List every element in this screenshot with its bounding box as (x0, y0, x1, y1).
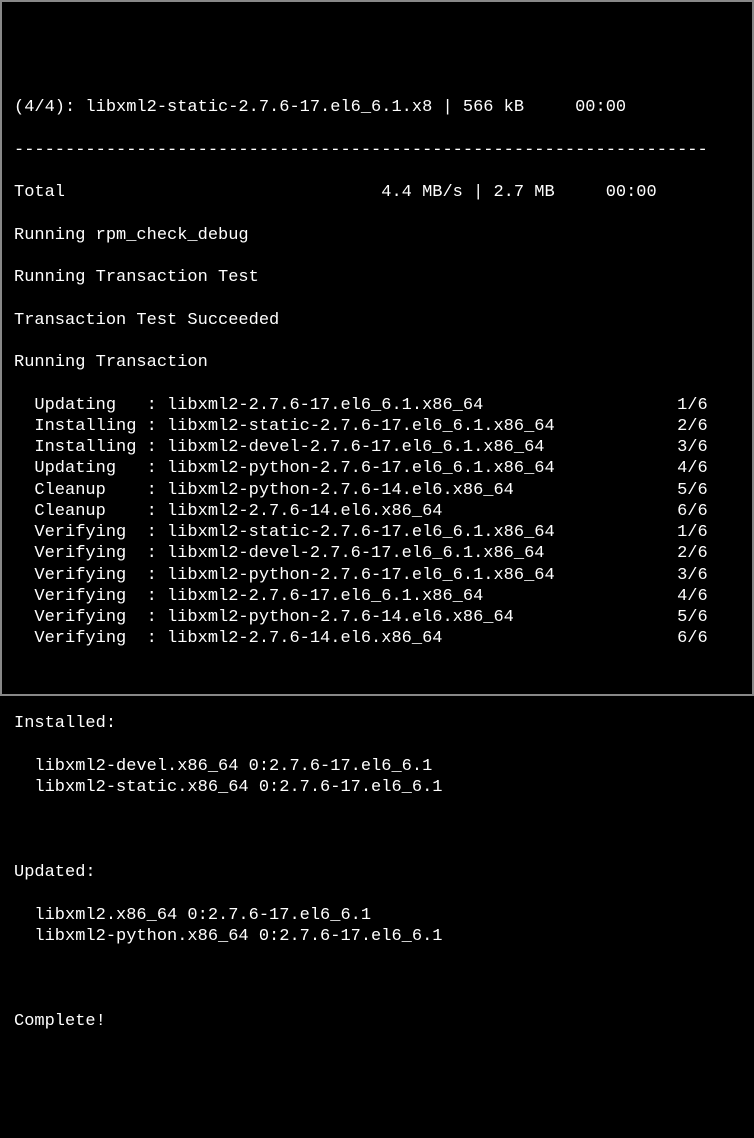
transaction-line: Verifying : libxml2-2.7.6-17.el6_6.1.x86… (14, 586, 740, 607)
transaction-line: Verifying : libxml2-devel-2.7.6-17.el6_6… (14, 543, 740, 564)
blank-line (14, 820, 740, 841)
total-line: Total 4.4 MB/s | 2.7 MB 00:00 (14, 182, 740, 203)
blank-line (14, 968, 740, 989)
transaction-line: Verifying : libxml2-python-2.7.6-17.el6_… (14, 565, 740, 586)
transaction-line: Cleanup : libxml2-2.7.6-14.el6.x86_64 6/… (14, 501, 740, 522)
status-line: Running Transaction (14, 352, 740, 373)
separator-line: ----------------------------------------… (14, 140, 740, 161)
status-line: Running rpm_check_debug (14, 225, 740, 246)
updated-package: libxml2-python.x86_64 0:2.7.6-17.el6_6.1 (14, 926, 740, 947)
transaction-list: Updating : libxml2-2.7.6-17.el6_6.1.x86_… (14, 395, 740, 650)
updated-package: libxml2.x86_64 0:2.7.6-17.el6_6.1 (14, 905, 740, 926)
installed-header: Installed: (14, 713, 740, 734)
installed-list: libxml2-devel.x86_64 0:2.7.6-17.el6_6.1 … (14, 756, 740, 799)
status-line: Transaction Test Succeeded (14, 310, 740, 331)
transaction-line: Installing : libxml2-static-2.7.6-17.el6… (14, 416, 740, 437)
transaction-line: Cleanup : libxml2-python-2.7.6-14.el6.x8… (14, 480, 740, 501)
updated-list: libxml2.x86_64 0:2.7.6-17.el6_6.1 libxml… (14, 905, 740, 948)
download-progress-line: (4/4): libxml2-static-2.7.6-17.el6_6.1.x… (14, 97, 740, 118)
blank-line (14, 671, 740, 692)
installed-package: libxml2-devel.x86_64 0:2.7.6-17.el6_6.1 (14, 756, 740, 777)
updated-header: Updated: (14, 862, 740, 883)
transaction-line: Verifying : libxml2-2.7.6-14.el6.x86_64 … (14, 628, 740, 649)
transaction-line: Installing : libxml2-devel-2.7.6-17.el6_… (14, 437, 740, 458)
transaction-line: Verifying : libxml2-python-2.7.6-14.el6.… (14, 607, 740, 628)
transaction-line: Updating : libxml2-python-2.7.6-17.el6_6… (14, 458, 740, 479)
status-line: Running Transaction Test (14, 267, 740, 288)
transaction-line: Updating : libxml2-2.7.6-17.el6_6.1.x86_… (14, 395, 740, 416)
complete-line: Complete! (14, 1011, 740, 1032)
installed-package: libxml2-static.x86_64 0:2.7.6-17.el6_6.1 (14, 777, 740, 798)
transaction-line: Verifying : libxml2-static-2.7.6-17.el6_… (14, 522, 740, 543)
